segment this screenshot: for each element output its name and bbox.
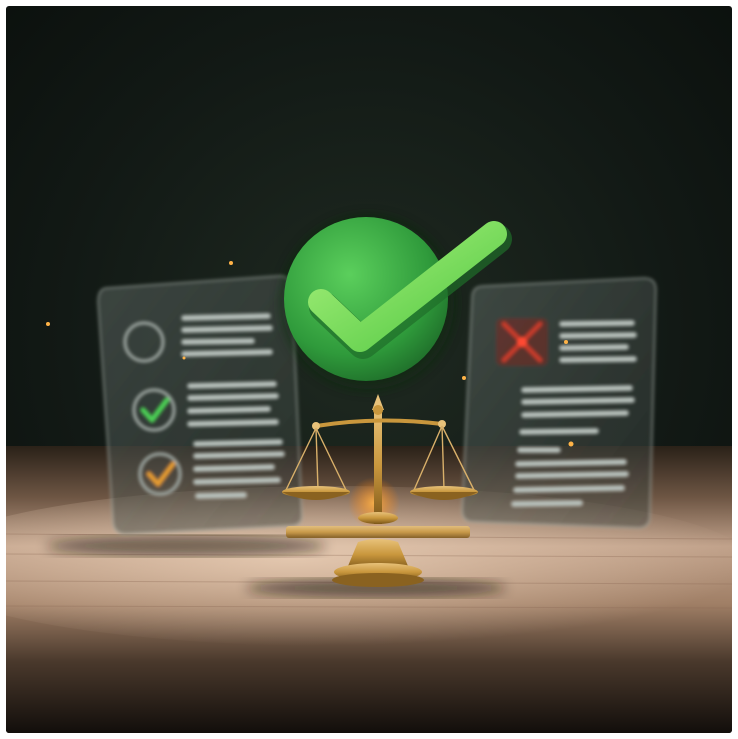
x-icon (496, 318, 548, 366)
left-checklist-panel (96, 274, 304, 536)
scene-illustration (6, 6, 732, 733)
right-document-panel (460, 276, 658, 530)
illustration-frame (6, 6, 732, 733)
